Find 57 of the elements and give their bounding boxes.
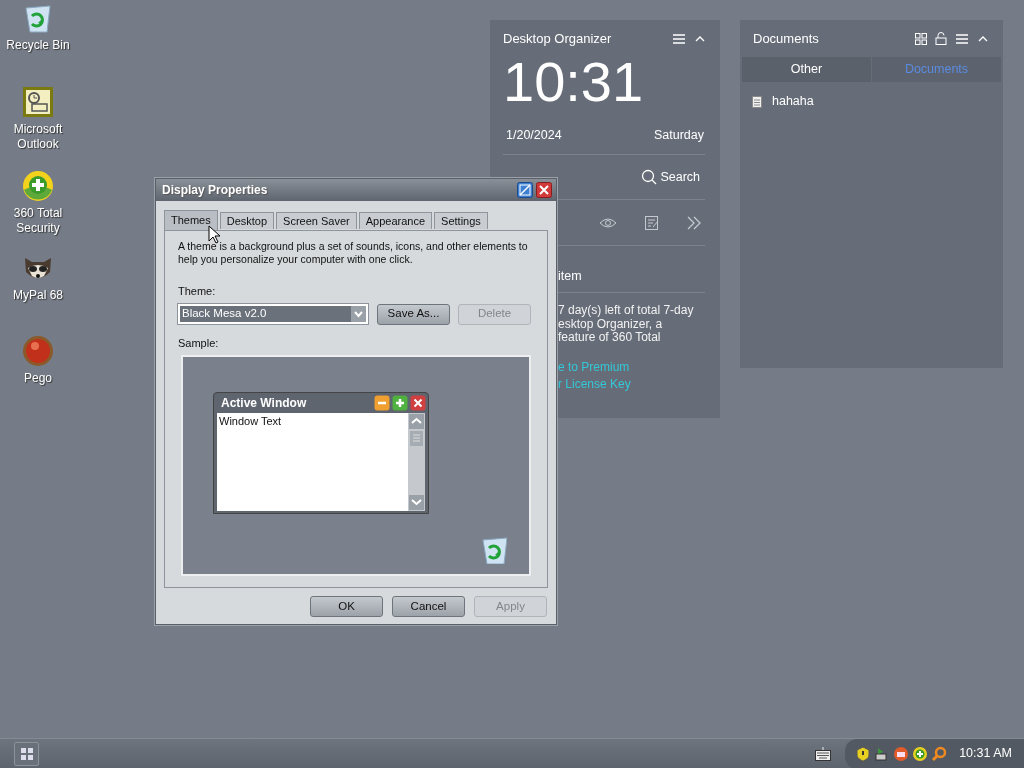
- theme-dropdown[interactable]: Black Mesa v2.0: [178, 304, 368, 324]
- panel-title: Documents: [753, 29, 820, 48]
- description-text: A theme is a background plus a set of sounds, icons, and other elements to help you personalize your computer with one click.: [178, 240, 528, 266]
- date-text: 1/20/2024: [506, 127, 562, 144]
- menu-icon[interactable]: [672, 32, 686, 45]
- clock-time: 10:31: [502, 52, 645, 112]
- search-icon: [641, 169, 658, 185]
- notepad-icon: [752, 94, 762, 108]
- trial-text: feature of 360 Total: [558, 331, 661, 345]
- weekday-text: Saturday: [653, 127, 704, 144]
- tab[interactable]: Desktop: [219, 212, 275, 229]
- tab[interactable]: Settings: [434, 212, 488, 229]
- keyboard-icon[interactable]: [815, 746, 832, 761]
- double-chevron-icon[interactable]: [687, 215, 701, 230]
- icon-label[interactable]: MyPal 68: [13, 288, 63, 303]
- close-button[interactable]: [536, 182, 552, 198]
- help-button[interactable]: [517, 182, 533, 198]
- preview-window-title: Active Window: [221, 395, 308, 412]
- panel-title: Desktop Organizer: [503, 29, 613, 48]
- start-button[interactable]: [14, 741, 39, 766]
- recycle-bin-icon[interactable]: [22, 2, 54, 34]
- item-text: item: [558, 269, 582, 283]
- trial-text: esktop Organizer, a: [558, 317, 663, 331]
- shield-icon[interactable]: [855, 745, 872, 762]
- tab[interactable]: Appearance: [358, 212, 433, 229]
- icon-label[interactable]: 360 Total Security: [13, 206, 63, 236]
- badge-icon[interactable]: [893, 745, 910, 762]
- grid-icon[interactable]: [915, 32, 927, 45]
- tab[interactable]: Themes: [164, 210, 218, 230]
- button[interactable]: OK: [310, 596, 383, 617]
- tab[interactable]: Other: [742, 57, 871, 82]
- field-label: Theme:: [178, 284, 217, 299]
- icon-label[interactable]: Recycle Bin: [6, 38, 70, 53]
- shield-plus-icon[interactable]: [22, 170, 54, 202]
- button[interactable]: Cancel: [392, 596, 465, 617]
- search-icon[interactable]: [931, 745, 948, 762]
- field-label: Sample:: [178, 335, 220, 351]
- recycle-bin-icon: [479, 534, 507, 564]
- shield-plus-icon[interactable]: [912, 745, 929, 762]
- search-button[interactable]: Search: [641, 167, 700, 187]
- icon-label[interactable]: Pego: [24, 371, 52, 386]
- menu-icon[interactable]: [955, 32, 969, 45]
- preview-window-text: Window Text: [218, 415, 282, 427]
- note-edit-icon[interactable]: [644, 214, 660, 231]
- file-name[interactable]: hahaha: [772, 92, 814, 111]
- link[interactable]: r License Key: [558, 375, 631, 393]
- button[interactable]: Save As...: [377, 303, 450, 325]
- trial-text: 7 day(s) left of total 7-day: [558, 304, 694, 318]
- icon-label[interactable]: Microsoft Outlook: [13, 122, 63, 152]
- window-title: Display Properties: [162, 182, 269, 199]
- tab[interactable]: Screen Saver: [276, 212, 357, 229]
- calendar-clock-icon[interactable]: [22, 86, 54, 118]
- mouse-cursor-icon: [208, 225, 220, 244]
- eye-icon[interactable]: [599, 216, 617, 229]
- grid-icon: [20, 747, 33, 760]
- tray-clock[interactable]: 10:31 AM: [959, 744, 1012, 763]
- unlock-icon[interactable]: [935, 32, 947, 45]
